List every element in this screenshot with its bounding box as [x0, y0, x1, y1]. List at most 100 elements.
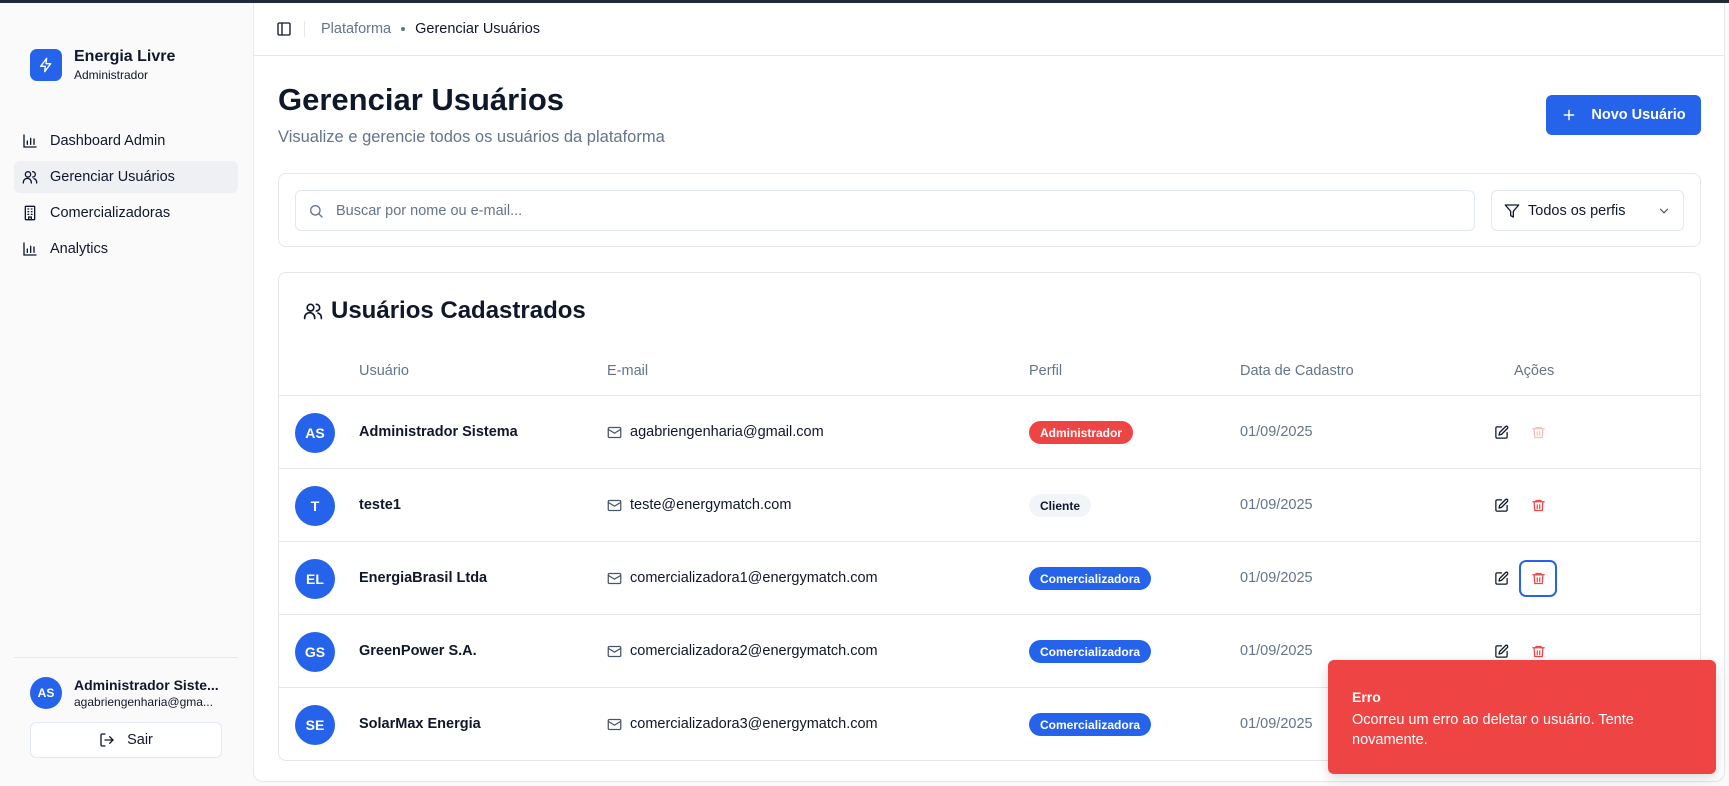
breadcrumb-current: Gerenciar Usuários — [415, 21, 541, 37]
sidebar-item-comercializadoras[interactable]: Comercializadoras — [14, 197, 238, 229]
role-badge: Comercializadora — [1029, 713, 1152, 736]
sidebar-item-dashboard-admin[interactable]: Dashboard Admin — [14, 125, 238, 157]
edit-icon — [1494, 644, 1508, 658]
user-email: teste@energymatch.com — [607, 497, 791, 513]
column-header-email: E-mail — [607, 363, 649, 379]
table-row: T teste1 teste@energymatch.com Cliente 0… — [279, 469, 1700, 542]
role-filter-select[interactable]: Todos os perfis — [1491, 190, 1684, 231]
building-icon — [22, 205, 38, 221]
delete-button[interactable] — [1526, 493, 1550, 517]
avatar: AS — [30, 677, 62, 709]
column-header-actions: Ações — [1514, 363, 1555, 379]
app-name: Energia Livre — [74, 48, 176, 65]
role-badge: Administrador — [1029, 421, 1134, 444]
role-badge: Comercializadora — [1029, 640, 1152, 663]
user-email-text: teste@energymatch.com — [630, 497, 792, 513]
user-email: comercializadora3@energymatch.com — [607, 716, 878, 732]
role-filter-value: Todos os perfis — [1528, 202, 1626, 219]
avatar: T — [295, 486, 335, 526]
delete-button[interactable] — [1526, 420, 1550, 444]
search-input[interactable]: Buscar por nome ou e-mail... — [295, 190, 1475, 231]
user-email: agabriengenharia@gmail.com — [607, 424, 824, 440]
sidebar-item-analytics[interactable]: Analytics — [14, 233, 238, 265]
created-date: 01/09/2025 — [1240, 643, 1313, 659]
edit-icon — [1494, 498, 1508, 512]
user-email-text: comercializadora3@energymatch.com — [630, 716, 878, 732]
trash-icon — [1531, 499, 1545, 511]
trash-icon — [1531, 426, 1545, 438]
role-badge: Cliente — [1029, 494, 1092, 517]
delete-button[interactable] — [1519, 560, 1557, 597]
filter-card: Buscar por nome ou e-mail... Todos os pe… — [278, 173, 1701, 247]
breadcrumb-parent[interactable]: Plataforma — [321, 21, 391, 37]
column-header-user: Usuário — [359, 363, 409, 379]
table-row: EL EnergiaBrasil Ltda comercializadora1@… — [279, 542, 1700, 615]
avatar: AS — [295, 413, 335, 453]
created-date: 01/09/2025 — [1240, 570, 1313, 586]
error-toast[interactable]: Erro Ocorreu um erro ao deletar o usuári… — [1328, 660, 1716, 774]
sidebar-user[interactable]: AS Administrador Siste... agabriengenhar… — [30, 676, 224, 710]
edit-button[interactable] — [1489, 566, 1513, 590]
user-name: SolarMax Energia — [359, 716, 481, 732]
sidebar-user-email: agabriengenharia@gma... — [74, 695, 213, 709]
page-subtitle: Visualize e gerencie todos os usuários d… — [278, 128, 665, 146]
new-user-button[interactable]: Novo Usuário — [1546, 95, 1701, 135]
mail-icon — [607, 426, 622, 438]
user-name: EnergiaBrasil Ltda — [359, 570, 488, 586]
logout-button[interactable]: Sair — [30, 722, 222, 758]
avatar: GS — [295, 632, 335, 672]
avatar: EL — [295, 559, 335, 599]
mail-icon — [607, 718, 622, 730]
breadcrumb-separator — [401, 27, 406, 31]
user-email: comercializadora2@energymatch.com — [607, 643, 878, 659]
logout-label: Sair — [127, 732, 153, 748]
table-row: AS Administrador Sistema agabriengenhari… — [279, 396, 1700, 469]
user-name: Administrador Sistema — [359, 424, 518, 440]
sidebar-toggle-button[interactable] — [272, 17, 296, 41]
table-title: Usuários Cadastrados — [331, 297, 586, 324]
role-badge: Comercializadora — [1029, 567, 1152, 590]
topbar-separator — [304, 21, 305, 37]
table-card-title: Usuários Cadastrados — [303, 297, 586, 325]
user-name: GreenPower S.A. — [359, 643, 477, 659]
table-header: Usuário E-mail Perfil Data de Cadastro A… — [279, 348, 1700, 396]
chevron-down-icon — [1659, 208, 1669, 214]
edit-button[interactable] — [1489, 493, 1513, 517]
user-name: teste1 — [359, 497, 401, 513]
sidebar-nav: Dashboard Admin Gerenciar Usuários Comer… — [14, 125, 238, 269]
edit-icon — [1494, 425, 1508, 439]
app-role: Administrador — [74, 68, 149, 82]
created-date: 01/09/2025 — [1240, 497, 1313, 513]
user-email-text: agabriengenharia@gmail.com — [630, 424, 824, 440]
brand[interactable]: Energia Livre Administrador — [30, 47, 175, 83]
users-icon — [303, 303, 323, 320]
mail-icon — [607, 572, 622, 584]
user-email: comercializadora1@energymatch.com — [607, 570, 878, 586]
filter-icon — [1504, 203, 1520, 218]
sidebar-item-gerenciar-usuarios[interactable]: Gerenciar Usuários — [14, 161, 238, 193]
bar-chart-icon — [22, 133, 38, 149]
plus-icon — [1563, 109, 1575, 121]
trash-icon — [1531, 645, 1545, 657]
logout-icon — [100, 733, 114, 747]
column-header-role: Perfil — [1029, 363, 1063, 379]
mail-icon — [607, 499, 622, 511]
panel-left-icon — [277, 22, 291, 36]
new-user-label: Novo Usuário — [1591, 107, 1686, 123]
search-icon — [310, 204, 323, 218]
sidebar-user-name: Administrador Siste... — [74, 677, 219, 693]
sidebar: Energia Livre Administrador Dashboard Ad… — [0, 3, 253, 786]
trash-icon — [1531, 572, 1545, 585]
user-email-text: comercializadora2@energymatch.com — [630, 643, 878, 659]
edit-icon — [1494, 571, 1508, 585]
lightning-icon — [30, 49, 62, 81]
sidebar-item-label: Dashboard Admin — [50, 133, 166, 149]
sidebar-item-label: Comercializadoras — [50, 205, 171, 221]
created-date: 01/09/2025 — [1240, 716, 1313, 732]
sidebar-item-label: Gerenciar Usuários — [50, 169, 175, 185]
bar-chart-icon — [22, 241, 38, 257]
toast-message: Ocorreu um erro ao deletar o usuário. Te… — [1352, 712, 1634, 748]
edit-button[interactable] — [1489, 420, 1513, 444]
created-date: 01/09/2025 — [1240, 424, 1313, 440]
toast-title: Erro — [1352, 689, 1381, 705]
